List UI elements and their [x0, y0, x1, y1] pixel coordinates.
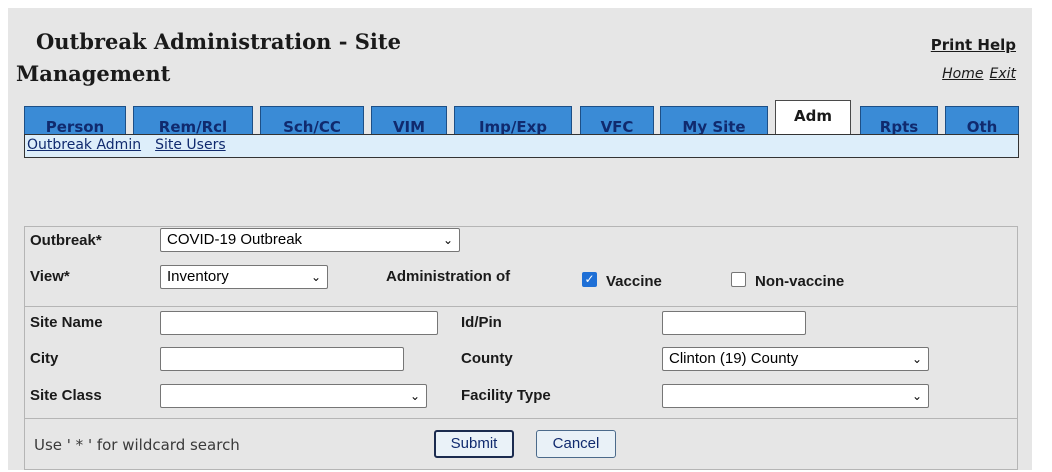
wildcard-hint: Use ' * ' for wildcard search: [34, 436, 240, 454]
administration-of-label: Administration of: [386, 268, 511, 285]
county-select[interactable]: Clinton (19) County ⌄: [662, 347, 929, 371]
view-select[interactable]: Inventory ⌄: [160, 265, 328, 289]
home-exit-links: Home Exit: [936, 66, 1016, 82]
chevron-down-icon: ⌄: [409, 389, 420, 403]
form-divider: [24, 306, 1018, 307]
chevron-down-icon: ⌄: [911, 389, 922, 403]
site-class-select[interactable]: ⌄: [160, 384, 427, 408]
sub-navigation: Outbreak Admin Site Users: [24, 134, 1019, 158]
chevron-down-icon: ⌄: [310, 270, 321, 284]
tab-vfc[interactable]: VFC: [580, 106, 654, 134]
chevron-down-icon: ⌄: [911, 352, 922, 366]
tab-my-site[interactable]: My Site: [660, 106, 768, 134]
outbreak-select-value: COVID-19 Outbreak: [167, 231, 303, 248]
page-title-line1: Outbreak Administration - Site: [36, 29, 401, 54]
site-name-input[interactable]: [160, 311, 438, 335]
view-select-value: Inventory: [167, 268, 229, 285]
exit-link[interactable]: Exit: [989, 66, 1016, 82]
page-title-line2: Management: [16, 61, 171, 86]
tab-rem-rcl[interactable]: Rem/Rcl: [133, 106, 253, 134]
tab-adm[interactable]: Adm: [775, 100, 851, 134]
vaccine-label: Vaccine: [606, 273, 662, 290]
site-class-label: Site Class: [30, 387, 102, 404]
main-tab-bar: Person Rem/Rcl Sch/CC VIM Imp/Exp VFC My…: [24, 100, 1019, 136]
chevron-down-icon: ⌄: [442, 233, 453, 247]
city-label: City: [30, 350, 59, 367]
facility-type-select[interactable]: ⌄: [662, 384, 929, 408]
tab-imp-exp[interactable]: Imp/Exp: [454, 106, 572, 134]
facility-type-label: Facility Type: [461, 387, 551, 404]
idpin-input[interactable]: [662, 311, 806, 335]
cancel-button[interactable]: Cancel: [536, 430, 616, 458]
county-select-value: Clinton (19) County: [669, 350, 799, 367]
vaccine-checkbox[interactable]: ✓: [582, 272, 597, 287]
form-divider: [24, 418, 1018, 419]
home-link[interactable]: Home: [942, 66, 983, 82]
site-name-label: Site Name: [30, 314, 103, 331]
outbreak-label: Outbreak*: [30, 232, 102, 249]
tab-person[interactable]: Person: [24, 106, 126, 134]
city-input[interactable]: [160, 347, 404, 371]
nonvaccine-checkbox[interactable]: [731, 272, 746, 287]
subnav-outbreak-admin[interactable]: Outbreak Admin: [27, 137, 141, 153]
checkmark-icon: ✓: [584, 272, 595, 286]
submit-button[interactable]: Submit: [434, 430, 514, 458]
idpin-label: Id/Pin: [461, 314, 502, 331]
view-label: View*: [30, 268, 70, 285]
tab-oth[interactable]: Oth: [945, 106, 1019, 134]
nonvaccine-label: Non-vaccine: [755, 273, 845, 290]
tab-sch-cc[interactable]: Sch/CC: [260, 106, 364, 134]
outbreak-select[interactable]: COVID-19 Outbreak ⌄: [160, 228, 460, 252]
tab-vim[interactable]: VIM: [371, 106, 447, 134]
page-title: Outbreak Administration - Site Managemen…: [16, 26, 436, 90]
print-help-link[interactable]: Print Help: [931, 36, 1016, 54]
tab-rpts[interactable]: Rpts: [860, 106, 938, 134]
county-label: County: [461, 350, 513, 367]
subnav-site-users[interactable]: Site Users: [155, 137, 226, 153]
